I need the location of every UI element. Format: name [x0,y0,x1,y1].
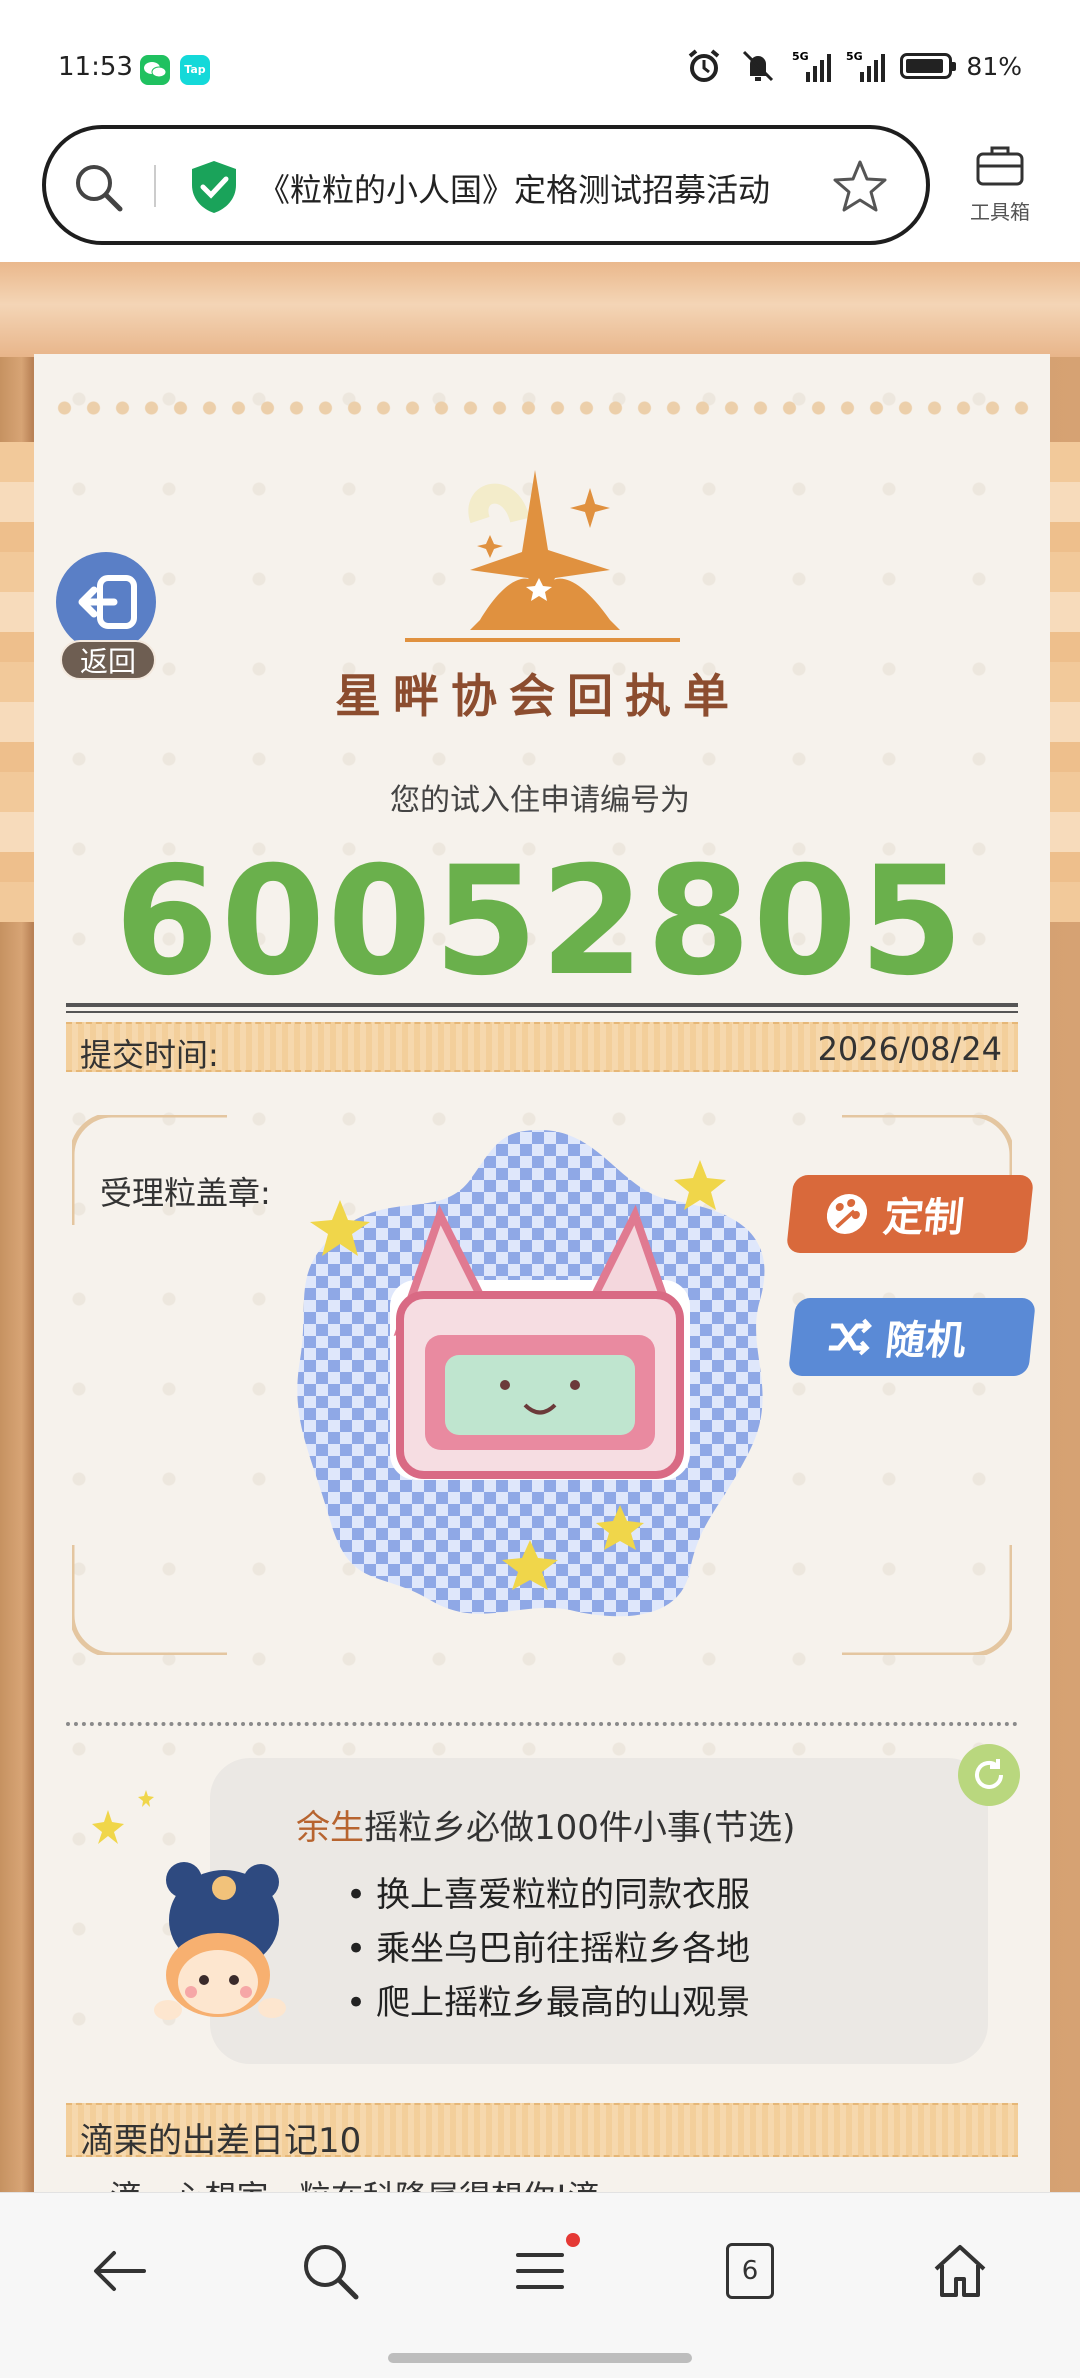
tabs-button[interactable]: 6 [726,2243,774,2299]
page-title[interactable]: 《粒粒的小人国》定格测试招募活动 [258,165,848,211]
menu-icon [516,2253,564,2289]
address-divider [154,165,156,207]
diary-header[interactable]: 滴栗的出差日记10 [66,2103,1018,2161]
random-button[interactable]: 随机 [787,1298,1037,1376]
list-item: 换上喜爱粒粒的同款衣服 [346,1868,750,1922]
home-nav-button[interactable] [928,2239,992,2303]
signal-5g-icon: 5G [792,50,832,82]
status-time: 11:53 [58,52,133,82]
battery-icon [900,53,957,79]
mute-icon [743,50,774,82]
back-label: 返回 [60,640,156,680]
submit-time-value: 2026/08/24 [817,1030,1002,1068]
divider-dotted [66,1722,1018,1726]
list-item: 乘坐乌巴前往摇粒乡各地 [346,1922,750,1976]
address-bar[interactable]: 《粒粒的小人国》定格测试招募活动 [42,125,930,245]
search-icon[interactable] [70,159,126,215]
toolbox-button[interactable]: 工具箱 [960,140,1040,225]
wechat-icon [140,55,170,85]
taptap-icon: Tap [180,55,210,85]
toolbox-label: 工具箱 [970,200,1030,224]
things-list: 换上喜爱粒粒的同款衣服 乘坐乌巴前往摇粒乡各地 爬上摇粒乡最高的山观景 [346,1868,750,2030]
refresh-icon [975,1759,1003,1789]
status-icons: 5G 5G 81% [684,48,1022,84]
application-number: 60052805 [114,835,966,1009]
random-button-label: 随机 [883,1318,968,1364]
back-nav-button[interactable] [88,2239,152,2303]
things-title-highlight: 余生 [296,1808,364,1848]
wood-header [0,262,1080,357]
custom-button-label: 定制 [881,1195,966,1241]
back-button[interactable]: 返回 [56,552,160,680]
exit-icon [56,552,156,652]
svg-text:5G: 5G [792,50,809,63]
things-title: 余生摇粒乡必做100件小事(节选) [296,1800,795,1849]
home-icon [934,2245,986,2297]
menu-nav-button[interactable] [508,2239,572,2303]
divider-double [66,1003,1018,1013]
arrow-left-icon [94,2251,146,2291]
things-title-rest: 摇粒乡必做100件小事(节选) [364,1808,796,1848]
search-nav-button[interactable] [298,2239,362,2303]
toolbox-icon [976,146,1024,186]
custom-button[interactable]: 定制 [785,1175,1035,1253]
stamp-label: 受理粒盖章: [100,1174,271,1212]
receipt-title: 星畔协会回执单 [335,669,741,723]
paper-perforation [50,400,1030,416]
application-number-label: 您的试入住申请编号为 [390,783,690,818]
mascot-image [92,1790,286,2020]
status-bar: 11:53 Tap 5G 5G 81% [0,0,1080,120]
battery-percent: 81% [966,51,1022,81]
shuffle-icon [828,1318,872,1356]
notification-dot [566,2233,580,2247]
submit-time-label: 提交时间: [80,1036,219,1074]
home-indicator[interactable] [388,2353,692,2363]
palette-icon [826,1194,868,1234]
search-icon [304,2245,359,2300]
list-item: 爬上摇粒乡最高的山观景 [346,1976,750,2030]
svg-text:5G: 5G [846,50,863,63]
signal-5g-icon-2: 5G [846,50,886,82]
alarm-icon [689,49,720,82]
submit-time-row: 提交时间: 2026/08/24 [66,1022,1018,1074]
cat-robot-stamp [297,1130,765,1617]
bottom-nav: 6 [0,2192,1080,2378]
shield-check-icon[interactable] [188,159,240,215]
diary-title: 滴栗的出差日记10 [80,2121,362,2161]
bookmark-star-icon[interactable] [830,157,890,217]
refresh-button[interactable] [958,1744,1020,1806]
